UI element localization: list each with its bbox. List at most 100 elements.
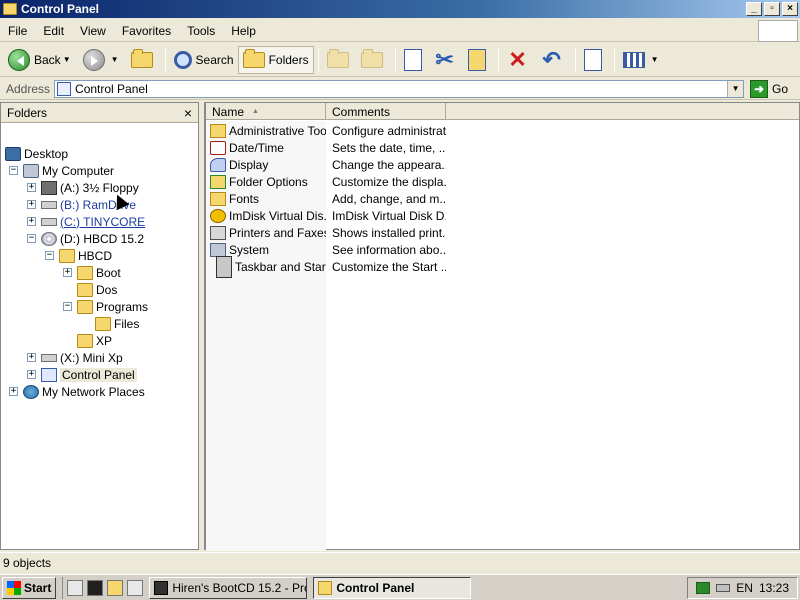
collapse-icon[interactable]: −	[9, 166, 18, 175]
copy-to-button[interactable]	[357, 46, 391, 74]
expand-icon[interactable]: +	[9, 387, 18, 396]
menu-edit[interactable]: Edit	[35, 24, 72, 38]
expand-icon[interactable]: +	[27, 370, 36, 379]
minimize-button[interactable]: _	[746, 2, 762, 16]
drive-icon	[41, 200, 57, 209]
list-item-comment: See information abo...	[332, 242, 446, 257]
go-button[interactable]: ➜ Go	[750, 79, 788, 98]
tree-item[interactable]: − My Computer	[9, 162, 114, 179]
list-item-comment: Change the appeara...	[332, 157, 446, 172]
expand-icon[interactable]: +	[27, 183, 36, 192]
tree-item[interactable]: Files	[81, 315, 139, 332]
move-to-button[interactable]	[323, 46, 357, 74]
close-button[interactable]: ×	[782, 2, 798, 16]
column-header-name[interactable]: Name ▲	[206, 103, 326, 120]
drive-icon	[41, 217, 57, 226]
list-item-comment: ImDisk Virtual Disk D...	[332, 208, 446, 223]
menu-help[interactable]: Help	[223, 24, 264, 38]
delete-button[interactable]: ✕	[503, 46, 537, 74]
list-item-name: Display	[229, 157, 269, 172]
drive-tray-icon[interactable]	[716, 584, 731, 592]
views-icon	[622, 51, 645, 68]
list-item-comment: Configure administrat...	[332, 123, 446, 138]
collapse-icon[interactable]: −	[27, 234, 36, 243]
forward-button[interactable]: ▼	[79, 46, 127, 74]
views-dropdown-icon[interactable]: ▼	[651, 55, 659, 64]
collapse-icon[interactable]: −	[63, 302, 72, 311]
safely-remove-icon[interactable]	[696, 582, 711, 594]
undo-button[interactable]: ↶	[537, 46, 571, 74]
tree-item[interactable]: − (D:) HBCD 15.2	[27, 230, 144, 247]
address-label: Address	[6, 81, 51, 96]
views-button[interactable]: ▼	[619, 46, 667, 74]
back-label: Back	[34, 52, 61, 67]
tree-item[interactable]: + Control Panel	[27, 366, 137, 383]
internet-explorer-icon[interactable]	[67, 579, 84, 596]
collapse-icon[interactable]: −	[45, 251, 54, 260]
folders-button[interactable]: Folders	[237, 45, 314, 74]
list-item[interactable]: Folder Options Customize the displa...	[206, 173, 446, 190]
undo-icon: ↶	[542, 46, 561, 72]
properties-icon	[583, 48, 602, 71]
expand-icon[interactable]: +	[27, 353, 36, 362]
list-item-name: Date/Time	[229, 140, 284, 155]
language-indicator[interactable]: EN	[736, 581, 753, 595]
search-button[interactable]: Search	[170, 46, 238, 74]
applet-icon	[210, 191, 226, 206]
paste-button[interactable]	[464, 46, 494, 74]
paste-icon	[467, 48, 486, 71]
tree-item[interactable]: + (C:) TINYCORE	[27, 213, 145, 230]
column-header-comments[interactable]: Comments	[326, 103, 446, 120]
status-text: 9 objects	[3, 555, 52, 570]
list-item[interactable]: Taskbar and Start... Customize the Start …	[206, 255, 446, 278]
address-input[interactable]: Control Panel ▼	[54, 79, 745, 98]
maximize-button[interactable]: ▫	[764, 2, 780, 16]
menu-favorites[interactable]: Favorites	[114, 24, 179, 38]
tree-item[interactable]: Dos	[63, 281, 117, 298]
explorer-icon[interactable]	[107, 579, 124, 596]
toolbar-separator	[497, 47, 499, 72]
address-dropdown-icon[interactable]: ▼	[727, 80, 744, 97]
list-item-name-cell: Administrative Tools	[206, 123, 326, 138]
tree-item[interactable]: + (X:) Mini Xp	[27, 349, 123, 366]
properties-button[interactable]	[580, 46, 610, 74]
list-item[interactable]: Administrative Tools Configure administra…	[206, 122, 446, 139]
tree-item[interactable]: + Boot	[63, 264, 121, 281]
menu-file[interactable]: File	[0, 24, 35, 38]
task-button-hirens[interactable]: Hiren's BootCD 15.2 - Pro...	[149, 576, 308, 599]
menu-view[interactable]: View	[72, 24, 114, 38]
tree-item-label: (D:) HBCD 15.2	[60, 231, 145, 246]
cut-button[interactable]: ✂	[430, 46, 464, 74]
tree-item-label: XP	[96, 333, 113, 348]
tree-item[interactable]: − Programs	[63, 298, 148, 315]
tree-item[interactable]: + My Network Places	[9, 383, 145, 400]
back-button[interactable]: Back ▼	[4, 46, 79, 74]
menu-tools[interactable]: Tools	[179, 24, 223, 38]
task-button-control-panel[interactable]: Control Panel	[313, 576, 472, 599]
file-list: Name ▲ Comments Administrative Tools Conf…	[205, 102, 800, 551]
windows-logo-box	[758, 20, 798, 42]
tree-item[interactable]: Desktop	[5, 145, 68, 162]
forward-dropdown-icon[interactable]: ▼	[111, 55, 119, 64]
close-icon[interactable]: ×	[184, 106, 192, 120]
tree-item[interactable]: − HBCD	[45, 247, 112, 264]
show-desktop-icon[interactable]	[127, 579, 144, 596]
expand-icon[interactable]: +	[27, 200, 36, 209]
tree-item[interactable]: XP	[63, 332, 112, 349]
menu-bar: File Edit View Favorites Tools Help	[0, 20, 800, 42]
copy-button[interactable]	[400, 46, 430, 74]
back-dropdown-icon[interactable]: ▼	[63, 55, 71, 64]
list-item-name-cell: Printers and Faxes	[206, 225, 326, 240]
list-item[interactable]: ImDisk Virtual Dis... ImDisk Virtual Disk…	[206, 207, 446, 224]
expand-icon[interactable]: +	[63, 268, 72, 277]
list-item-name: ImDisk Virtual Dis...	[229, 208, 326, 223]
list-item[interactable]: Date/Time Sets the date, time, ...	[206, 139, 446, 156]
list-item[interactable]: Printers and Faxes Shows installed print.…	[206, 224, 446, 241]
expand-icon[interactable]: +	[27, 217, 36, 226]
up-button[interactable]	[127, 46, 161, 74]
command-prompt-icon[interactable]	[87, 579, 104, 596]
start-button[interactable]: Start	[2, 576, 57, 599]
applet-icon	[210, 140, 226, 155]
list-item[interactable]: Display Change the appeara...	[206, 156, 446, 173]
list-item[interactable]: Fonts Add, change, and m...	[206, 190, 446, 207]
